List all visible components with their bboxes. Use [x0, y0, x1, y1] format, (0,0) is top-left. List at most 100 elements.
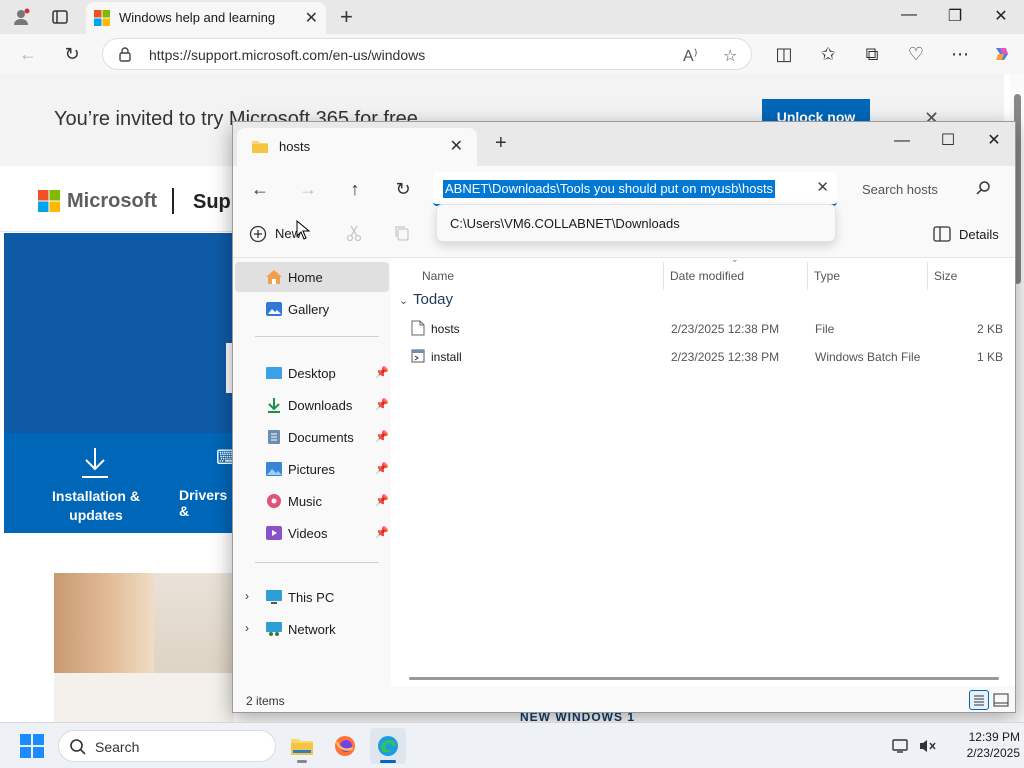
windows-start-icon[interactable] — [20, 734, 44, 758]
download-icon[interactable] — [78, 445, 112, 481]
microsoft-logo-icon[interactable] — [38, 190, 60, 212]
file-name[interactable]: hosts — [431, 322, 460, 336]
split-screen-icon[interactable]: ◫ — [774, 44, 794, 64]
hero-banner — [4, 233, 238, 433]
pin-icon[interactable]: 📌 — [375, 398, 389, 411]
pin-icon[interactable]: 📌 — [375, 526, 389, 539]
explorer-tab-close-icon[interactable]: ✕ — [450, 136, 463, 156]
navigation-pane: Home Gallery Desktop 📌 Downloads 📌 Docum… — [233, 258, 391, 686]
nav-pictures[interactable]: Pictures 📌 — [235, 454, 389, 484]
pin-icon[interactable]: 📌 — [375, 366, 389, 379]
explorer-address-input[interactable]: ABNET\Downloads\Tools you should put on … — [433, 172, 837, 206]
explorer-up-icon[interactable]: ↑ — [342, 176, 368, 202]
close-window-icon[interactable]: ✕ — [986, 6, 1016, 26]
explorer-search-box[interactable]: Search hosts — [849, 172, 1009, 206]
lock-icon[interactable] — [117, 46, 133, 62]
column-divider[interactable] — [927, 262, 928, 290]
taskbar-search-box[interactable]: Search — [58, 730, 276, 762]
taskbar-edge[interactable] — [370, 728, 406, 764]
network-tray-icon[interactable] — [892, 737, 910, 755]
nav-gallery-label: Gallery — [288, 302, 330, 317]
column-divider[interactable] — [663, 262, 664, 290]
microsoft-brand[interactable]: Microsoft — [67, 190, 157, 213]
installation-updates-link[interactable]: Installation & updates — [44, 487, 148, 525]
file-explorer-app-icon — [291, 739, 313, 755]
nav-home[interactable]: Home — [235, 262, 389, 292]
explorer-new-tab-icon[interactable]: + — [495, 132, 507, 155]
column-header-date[interactable]: Date modified — [670, 262, 744, 290]
more-menu-icon[interactable]: ⋯ — [950, 44, 970, 64]
item-count: 2 items — [246, 694, 285, 708]
file-row[interactable]: install 2/23/2025 12:38 PM Windows Batch… — [391, 343, 1015, 371]
horizontal-scrollbar[interactable] — [409, 677, 999, 680]
pin-icon[interactable]: 📌 — [375, 494, 389, 507]
explorer-forward-icon[interactable]: → — [295, 176, 321, 202]
read-aloud-icon[interactable]: A⁾ — [683, 46, 698, 66]
documents-icon — [268, 430, 280, 444]
nav-gallery[interactable]: Gallery — [235, 294, 389, 324]
explorer-close-icon[interactable]: ✕ — [971, 126, 1017, 156]
explorer-tab-hosts[interactable]: hosts ✕ — [237, 128, 477, 166]
browser-essentials-icon[interactable]: ♡ — [906, 44, 926, 64]
copy-icon[interactable] — [393, 224, 411, 242]
profile-icon[interactable] — [12, 8, 30, 26]
cut-icon[interactable] — [345, 224, 363, 242]
file-row[interactable]: hosts 2/23/2025 12:38 PM File 2 KB — [391, 315, 1015, 343]
browser-tab-active[interactable]: Windows help and learning ✕ — [86, 2, 326, 34]
explorer-maximize-icon[interactable]: ☐ — [925, 126, 971, 156]
collections-icon[interactable]: ⧉ — [862, 44, 882, 64]
group-collapse-icon[interactable]: ⌄ — [399, 294, 408, 307]
browser-toolbar: ← ↻ https://support.microsoft.com/en-us/… — [0, 34, 1024, 74]
expand-chevron-icon[interactable]: › — [245, 589, 249, 603]
network-icon — [266, 622, 282, 636]
nav-network[interactable]: › Network — [235, 614, 389, 644]
refresh-icon[interactable]: ↻ — [62, 44, 82, 64]
nav-this-pc[interactable]: › This PC — [235, 582, 389, 612]
large-icons-view-icon[interactable] — [993, 692, 1009, 708]
favorite-star-icon[interactable]: ☆ — [723, 46, 737, 66]
explorer-refresh-icon[interactable]: ↻ — [390, 176, 416, 202]
address-clear-icon[interactable]: ✕ — [816, 178, 829, 196]
tab-actions-icon[interactable] — [51, 8, 69, 26]
drivers-link[interactable]: Drivers & — [179, 487, 234, 519]
address-suggestion-item[interactable]: C:\Users\VM6.COLLABNET\Downloads — [450, 216, 680, 231]
column-header-type[interactable]: Type — [814, 262, 840, 290]
new-tab-icon[interactable]: + — [340, 4, 353, 30]
address-bar[interactable]: https://support.microsoft.com/en-us/wind… — [102, 38, 752, 70]
address-selected-text[interactable]: ABNET\Downloads\Tools you should put on … — [443, 180, 776, 198]
file-name[interactable]: install — [431, 350, 462, 364]
clock-date: 2/23/2025 — [966, 746, 1020, 760]
videos-icon — [266, 526, 282, 540]
nav-desktop[interactable]: Desktop 📌 — [235, 358, 389, 388]
active-indicator — [380, 760, 396, 763]
taskbar-file-explorer[interactable] — [284, 728, 320, 764]
expand-chevron-icon[interactable]: › — [245, 621, 249, 635]
pin-icon[interactable]: 📌 — [375, 430, 389, 443]
group-header-today[interactable]: Today — [413, 291, 453, 308]
column-header-size[interactable]: Size — [934, 262, 957, 290]
photo-floor — [54, 673, 234, 722]
nav-documents[interactable]: Documents 📌 — [235, 422, 389, 452]
minimize-icon[interactable]: — — [894, 6, 924, 24]
volume-muted-icon[interactable] — [918, 737, 936, 755]
details-view-icon[interactable] — [969, 690, 989, 710]
column-header-name[interactable]: Name — [422, 262, 454, 290]
explorer-minimize-icon[interactable]: — — [879, 126, 925, 156]
explorer-back-icon[interactable]: ← — [247, 176, 273, 202]
system-clock[interactable]: 12:39 PM 2/23/2025 — [940, 729, 1020, 761]
tab-close-icon[interactable]: ✕ — [305, 8, 318, 28]
music-icon — [267, 494, 281, 508]
pin-icon[interactable]: 📌 — [375, 462, 389, 475]
url-text[interactable]: https://support.microsoft.com/en-us/wind… — [149, 47, 425, 63]
nav-downloads[interactable]: Downloads 📌 — [235, 390, 389, 420]
restore-icon[interactable]: ❐ — [940, 6, 970, 26]
back-icon[interactable]: ← — [18, 44, 38, 64]
nav-music[interactable]: Music 📌 — [235, 486, 389, 516]
favorites-icon[interactable]: ✩ — [818, 44, 838, 64]
column-divider[interactable] — [807, 262, 808, 290]
search-placeholder[interactable]: Search hosts — [862, 182, 938, 197]
copilot-icon[interactable] — [992, 44, 1012, 64]
nav-videos[interactable]: Videos 📌 — [235, 518, 389, 548]
search-icon[interactable] — [975, 180, 991, 196]
taskbar-firefox[interactable] — [327, 728, 363, 764]
